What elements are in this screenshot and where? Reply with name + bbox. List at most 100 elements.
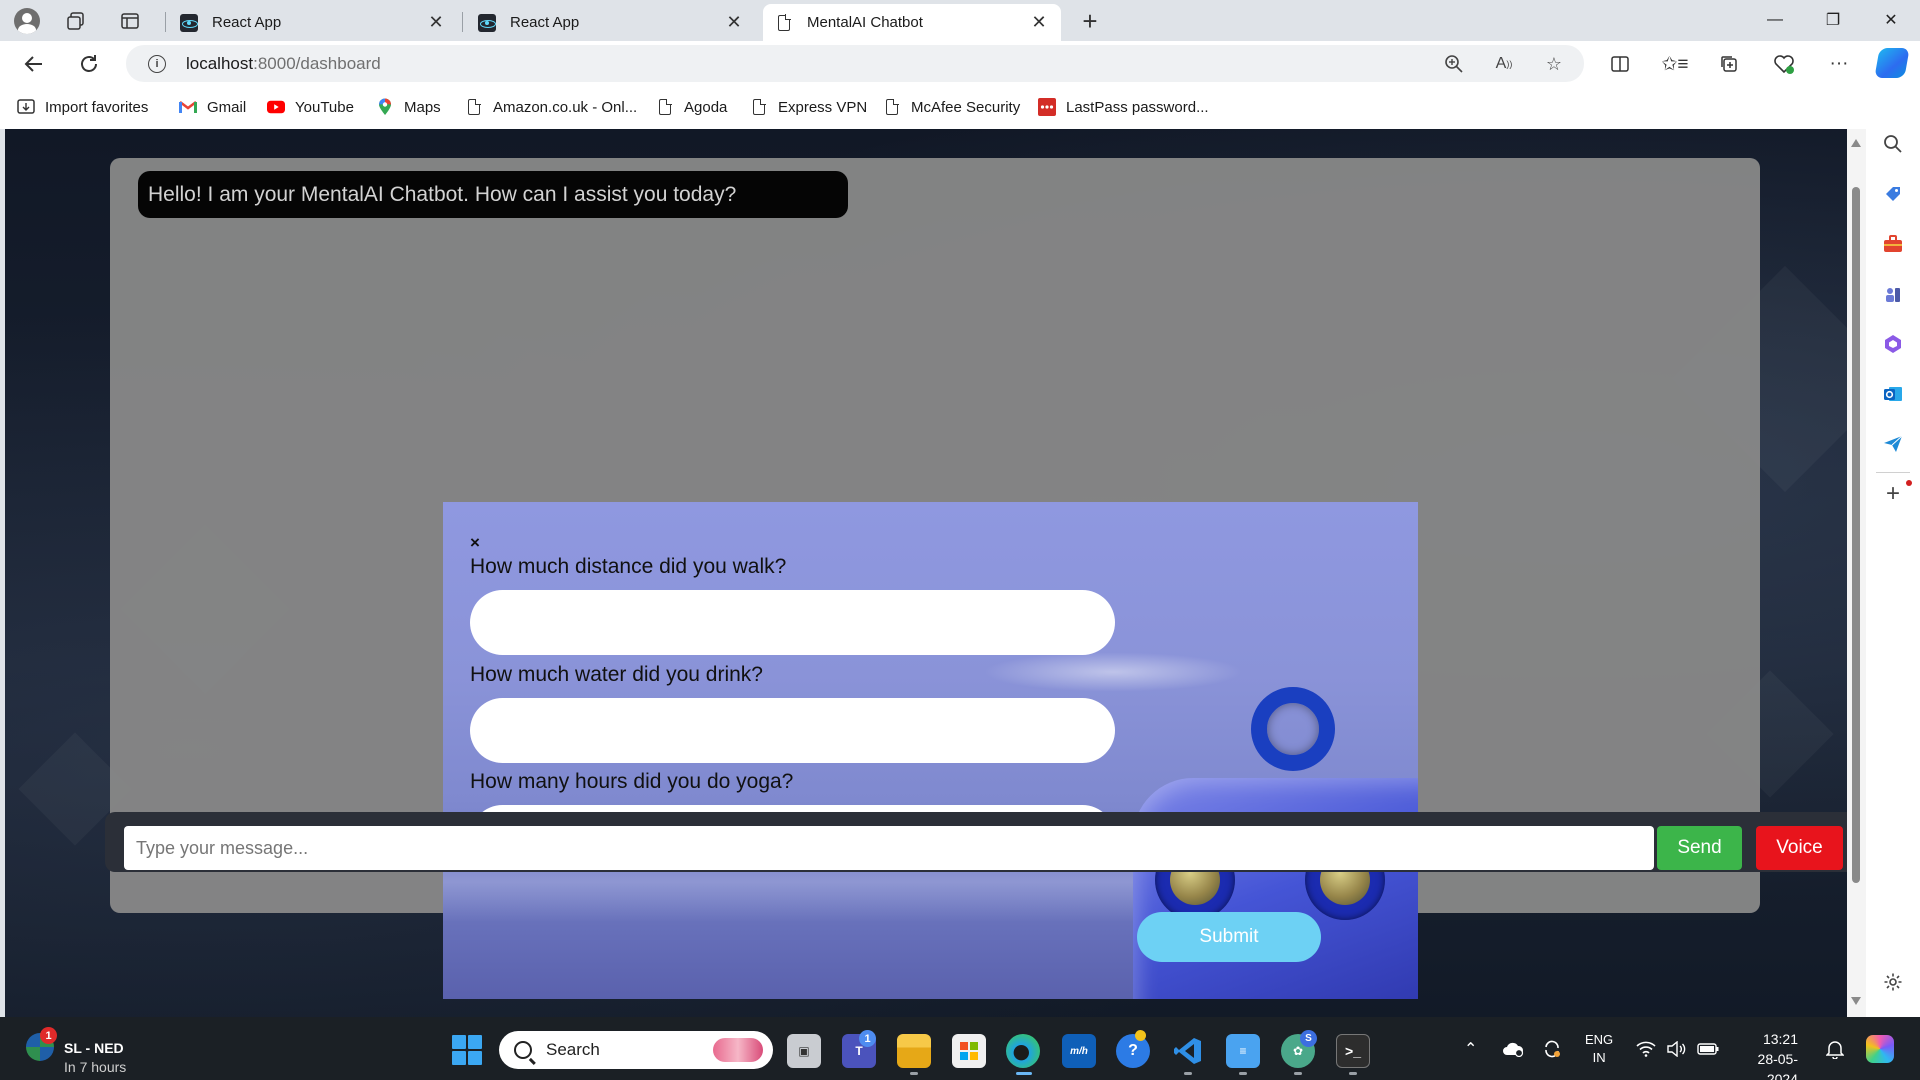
onedrive-cloud-icon[interactable]	[1502, 1017, 1524, 1080]
copilot-icon[interactable]	[1874, 48, 1910, 78]
distance-input[interactable]	[470, 590, 1115, 655]
fav-express-vpn[interactable]: Express VPN	[750, 96, 867, 118]
favorite-star-icon[interactable]: ☆	[1542, 52, 1566, 76]
tab-close-icon[interactable]: ✕	[724, 12, 744, 33]
workspaces-icon	[67, 12, 84, 30]
page-icon	[465, 98, 483, 116]
zoom-icon[interactable]	[1442, 52, 1466, 76]
edge-browser-icon[interactable]	[1006, 1034, 1040, 1068]
back-button[interactable]	[17, 47, 51, 81]
water-input[interactable]	[470, 698, 1115, 763]
settings-more-button[interactable]: ···	[1822, 47, 1856, 81]
browser-essentials-button[interactable]	[1767, 47, 1801, 81]
site-info-icon[interactable]: i	[148, 54, 166, 73]
tray-overflow-chevron-icon[interactable]: ⌃	[1464, 1017, 1477, 1080]
sidebar-microsoft365-icon[interactable]	[1878, 329, 1908, 359]
profile-button[interactable]	[11, 5, 43, 37]
new-tab-button[interactable]: +	[1075, 6, 1105, 36]
tab-react-app-2[interactable]: React App ✕	[466, 4, 756, 41]
restore-button[interactable]: ❐	[1809, 0, 1857, 40]
tab-react-app-1[interactable]: React App ✕	[168, 4, 458, 41]
microsoft-store-icon[interactable]	[952, 1034, 986, 1068]
sidebar-outlook-icon[interactable]	[1878, 379, 1908, 409]
fav-import-favorites[interactable]: Import favorites	[17, 96, 148, 118]
maps-pin-icon	[376, 98, 394, 116]
weather-notification-badge: 1	[40, 1027, 57, 1044]
page-scrollbar[interactable]	[1847, 129, 1866, 1017]
input-language-indicator[interactable]: ENG IN	[1585, 1017, 1613, 1080]
tab-close-icon[interactable]: ✕	[1029, 12, 1049, 33]
tab-mentalai-chatbot[interactable]: MentalAI Chatbot ✕	[763, 4, 1061, 41]
fav-amazon[interactable]: Amazon.co.uk - Onl...	[465, 96, 637, 118]
sidebar-search-icon[interactable]	[1878, 129, 1908, 159]
edge-sidebar: +	[1866, 129, 1920, 1019]
page-icon	[883, 98, 901, 116]
fav-maps[interactable]: Maps	[376, 96, 441, 118]
tab-separator	[165, 12, 166, 32]
fav-gmail[interactable]: Gmail	[179, 96, 246, 118]
question-distance-label: How much distance did you walk?	[470, 555, 787, 578]
close-window-button[interactable]: ✕	[1867, 0, 1915, 40]
sync-icon[interactable]	[1542, 1017, 1562, 1080]
clock-date: 28-05-2024	[1757, 1051, 1798, 1080]
workspaces-button[interactable]	[60, 5, 92, 37]
scroll-up-arrow-icon[interactable]	[1851, 139, 1861, 147]
file-explorer-icon[interactable]	[897, 1034, 931, 1068]
mylio-app-icon[interactable]: m/h	[1062, 1034, 1096, 1068]
teams-notification-badge: 1	[859, 1030, 876, 1047]
fav-lastpass[interactable]: LastPass password...	[1038, 96, 1209, 118]
sidebar-tools-briefcase-icon[interactable]	[1878, 229, 1908, 259]
import-icon	[17, 98, 35, 116]
taskbar-search[interactable]: Search	[499, 1031, 773, 1069]
refresh-button[interactable]	[72, 47, 106, 81]
sidebar-settings-gear-icon[interactable]	[1878, 967, 1908, 997]
fav-agoda[interactable]: Agoda	[656, 96, 727, 118]
notification-bell-icon[interactable]	[1826, 1017, 1844, 1080]
sidebar-add-icon[interactable]: +	[1878, 479, 1908, 509]
collections-button[interactable]	[1712, 47, 1746, 81]
sidebar-games-icon[interactable]	[1878, 279, 1908, 309]
sidebar-shopping-tag-icon[interactable]	[1878, 179, 1908, 209]
minimize-button[interactable]: —	[1751, 0, 1799, 40]
tab-actions-button[interactable]	[114, 5, 146, 37]
clock-time: 13:21	[1762, 1031, 1798, 1047]
address-bar[interactable]: i localhost:8000/dashboard A)) ☆	[126, 45, 1584, 82]
browser-tab-strip: React App ✕ React App ✕ MentalAI Chatbot…	[0, 0, 1920, 41]
sidebar-send-icon[interactable]	[1878, 429, 1908, 459]
help-icon[interactable]: ?	[1116, 1034, 1150, 1068]
react-favicon-icon	[180, 13, 198, 32]
fav-mcafee[interactable]: McAfee Security	[883, 96, 1020, 118]
url-text[interactable]: localhost:8000/dashboard	[186, 54, 381, 74]
copilot-taskbar-icon[interactable]	[1866, 1017, 1894, 1080]
start-windows-icon[interactable]	[452, 1035, 482, 1065]
modal-close-button[interactable]: ×	[470, 534, 484, 552]
daily-activity-modal: × How much distance did you walk? How mu…	[443, 502, 1418, 999]
vscode-icon[interactable]	[1171, 1034, 1205, 1068]
notepad-icon[interactable]: ≡	[1226, 1034, 1260, 1068]
voice-button[interactable]: Voice	[1756, 826, 1843, 870]
battery-icon[interactable]	[1697, 1017, 1719, 1080]
weather-widget[interactable]: 1 SL - NED In 7 hours	[20, 1027, 140, 1075]
terminal-icon[interactable]: >_	[1336, 1034, 1370, 1068]
more-dots-icon: ···	[1829, 53, 1849, 74]
volume-icon[interactable]	[1666, 1017, 1686, 1080]
message-input[interactable]	[124, 826, 1654, 870]
favorites-button[interactable]: ✩≡	[1658, 47, 1692, 81]
question-water-label: How much water did you drink?	[470, 663, 763, 686]
split-screen-button[interactable]	[1603, 47, 1637, 81]
react-favicon-icon	[478, 13, 496, 32]
refresh-icon	[81, 55, 97, 72]
scroll-down-arrow-icon[interactable]	[1851, 997, 1861, 1005]
page-icon	[750, 98, 768, 116]
task-view-icon[interactable]: ▣	[787, 1034, 821, 1068]
send-button[interactable]: Send	[1657, 826, 1742, 870]
submit-button[interactable]: Submit	[1137, 912, 1321, 962]
read-aloud-icon[interactable]: A))	[1492, 52, 1516, 76]
tab-close-icon[interactable]: ✕	[426, 12, 446, 33]
sidebar-divider	[1876, 472, 1910, 473]
fav-youtube[interactable]: YouTube	[267, 96, 354, 118]
wifi-icon[interactable]	[1636, 1017, 1656, 1080]
system-clock[interactable]: 13:21 28-05-2024	[1734, 1029, 1798, 1080]
app-active-indicator	[1016, 1072, 1032, 1075]
scroll-thumb[interactable]	[1852, 187, 1860, 883]
